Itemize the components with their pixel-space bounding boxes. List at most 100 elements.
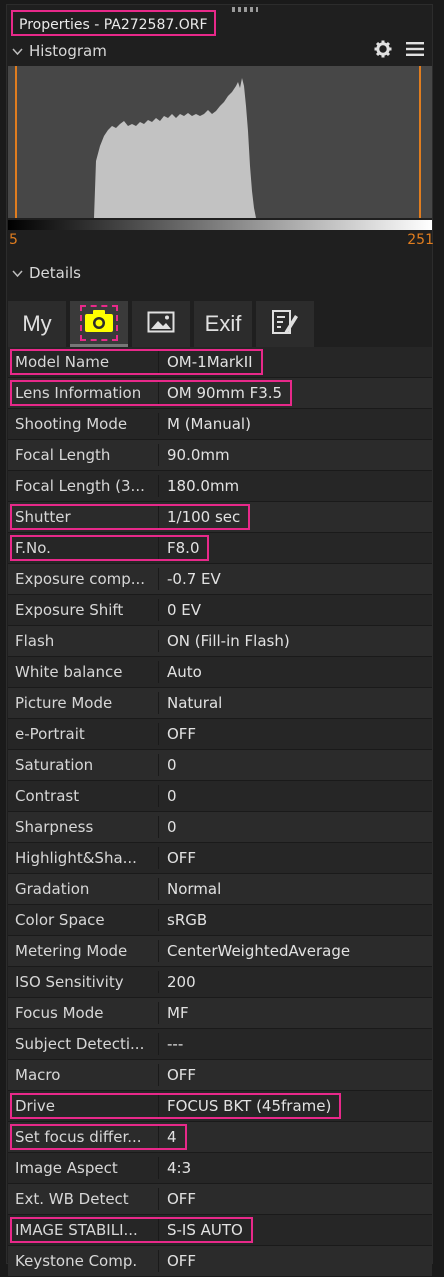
tab-my-label: My xyxy=(22,311,52,336)
menu-icon[interactable] xyxy=(406,41,424,57)
property-row[interactable]: Lens Information OM 90mm F3.5 xyxy=(8,378,432,409)
column-divider xyxy=(158,475,159,497)
property-row[interactable]: ISO Sensitivity 200 xyxy=(8,967,432,998)
property-row[interactable]: Model Name OM-1MarkII xyxy=(8,347,432,378)
column-divider xyxy=(158,1250,159,1272)
tab-exif[interactable]: Exif xyxy=(194,301,252,347)
property-label: ISO Sensitivity xyxy=(15,973,124,991)
tab-my[interactable]: My xyxy=(8,301,66,347)
column-divider xyxy=(158,351,159,373)
property-row[interactable]: Flash ON (Fill-in Flash) xyxy=(8,626,432,657)
property-value: ON (Fill-in Flash) xyxy=(167,632,290,650)
property-label: White balance xyxy=(15,663,123,681)
column-divider xyxy=(158,878,159,900)
property-row[interactable]: Focus Mode MF xyxy=(8,998,432,1029)
property-value: -0.7 EV xyxy=(167,570,221,588)
histogram-section-header[interactable]: Histogram xyxy=(12,40,107,62)
property-row[interactable]: Contrast 0 xyxy=(8,781,432,812)
column-divider xyxy=(158,382,159,404)
chevron-down-icon xyxy=(12,263,23,285)
property-value: OFF xyxy=(167,849,197,867)
property-row[interactable]: Shooting Mode M (Manual) xyxy=(8,409,432,440)
tab-image[interactable] xyxy=(132,301,190,347)
column-divider xyxy=(158,1064,159,1086)
column-divider xyxy=(158,692,159,714)
gear-icon[interactable] xyxy=(374,40,392,58)
property-row[interactable]: Saturation 0 xyxy=(8,750,432,781)
tab-camera[interactable] xyxy=(70,301,128,347)
property-label: Image Aspect xyxy=(15,1159,118,1177)
property-row[interactable]: Exposure comp... -0.7 EV xyxy=(8,564,432,595)
property-value: F8.0 xyxy=(167,539,200,557)
property-label: Flash xyxy=(15,632,55,650)
drag-handle[interactable] xyxy=(232,7,258,12)
property-row[interactable]: e-Portrait OFF xyxy=(8,719,432,750)
property-value: S-IS AUTO xyxy=(167,1221,243,1239)
property-value: FOCUS BKT (45frame) xyxy=(167,1097,332,1115)
column-divider xyxy=(158,1188,159,1210)
tone-gradient-bar xyxy=(8,220,432,230)
column-divider xyxy=(158,1002,159,1024)
property-value: 200 xyxy=(167,973,196,991)
property-label: Sharpness xyxy=(15,818,94,836)
property-label: Macro xyxy=(15,1066,61,1084)
column-divider xyxy=(158,444,159,466)
property-row[interactable]: Color Space sRGB xyxy=(8,905,432,936)
property-label: Lens Information xyxy=(15,384,142,402)
property-row[interactable]: White balance Auto xyxy=(8,657,432,688)
column-divider xyxy=(158,909,159,931)
property-row[interactable]: Metering Mode CenterWeightedAverage xyxy=(8,936,432,967)
property-value: MF xyxy=(167,1004,189,1022)
property-row[interactable]: Highlight&Sha... OFF xyxy=(8,843,432,874)
property-row[interactable]: Exposure Shift 0 EV xyxy=(8,595,432,626)
property-row[interactable]: Subject Detecti... --- xyxy=(8,1029,432,1060)
property-label: Ext. WB Detect xyxy=(15,1190,129,1208)
property-row[interactable]: Picture Mode Natural xyxy=(8,688,432,719)
property-value: OFF xyxy=(167,1252,197,1270)
property-label: Highlight&Sha... xyxy=(15,849,137,867)
column-divider xyxy=(158,723,159,745)
column-divider xyxy=(158,413,159,435)
property-row[interactable]: Ext. WB Detect OFF xyxy=(8,1184,432,1215)
property-value: 0 xyxy=(167,787,177,805)
column-divider xyxy=(158,1157,159,1179)
camera-icon xyxy=(80,304,118,341)
property-row[interactable]: Shutter 1/100 sec xyxy=(8,502,432,533)
property-row[interactable]: Keystone Comp. OFF xyxy=(8,1246,432,1277)
property-label: Color Space xyxy=(15,911,105,929)
property-value: 1/100 sec xyxy=(167,508,241,526)
property-label: Gradation xyxy=(15,880,90,898)
details-tab-bar: My Exif xyxy=(8,301,314,347)
property-label: Exposure Shift xyxy=(15,601,124,619)
column-divider xyxy=(158,537,159,559)
property-label: Picture Mode xyxy=(15,694,113,712)
column-divider xyxy=(158,754,159,776)
property-row[interactable]: Image Aspect 4:3 xyxy=(8,1153,432,1184)
property-row[interactable]: Drive FOCUS BKT (45frame) xyxy=(8,1091,432,1122)
details-section-header[interactable]: Details xyxy=(12,262,81,284)
property-value: 0 EV xyxy=(167,601,202,619)
property-row[interactable]: F.No. F8.0 xyxy=(8,533,432,564)
property-value: 4 xyxy=(167,1128,177,1146)
tab-edit[interactable] xyxy=(256,301,314,347)
property-row[interactable]: Sharpness 0 xyxy=(8,812,432,843)
property-value: OM-1MarkII xyxy=(167,353,253,371)
property-label: Model Name xyxy=(15,353,110,371)
property-label: Focal Length (3... xyxy=(15,477,145,495)
property-value: 90.0mm xyxy=(167,446,230,464)
column-divider xyxy=(158,1126,159,1148)
property-label: Keystone Comp. xyxy=(15,1252,138,1270)
property-row[interactable]: Set focus differ... 4 xyxy=(8,1122,432,1153)
property-value: --- xyxy=(167,1035,184,1053)
property-row[interactable]: Macro OFF xyxy=(8,1060,432,1091)
column-divider xyxy=(158,1095,159,1117)
property-value: OFF xyxy=(167,1190,197,1208)
property-value: OM 90mm F3.5 xyxy=(167,384,283,402)
image-icon xyxy=(147,311,175,337)
property-row[interactable]: IMAGE STABILI... S-IS AUTO xyxy=(8,1215,432,1246)
column-divider xyxy=(158,568,159,590)
property-row[interactable]: Gradation Normal xyxy=(8,874,432,905)
property-value: sRGB xyxy=(167,911,208,929)
property-row[interactable]: Focal Length 90.0mm xyxy=(8,440,432,471)
property-row[interactable]: Focal Length (3... 180.0mm xyxy=(8,471,432,502)
